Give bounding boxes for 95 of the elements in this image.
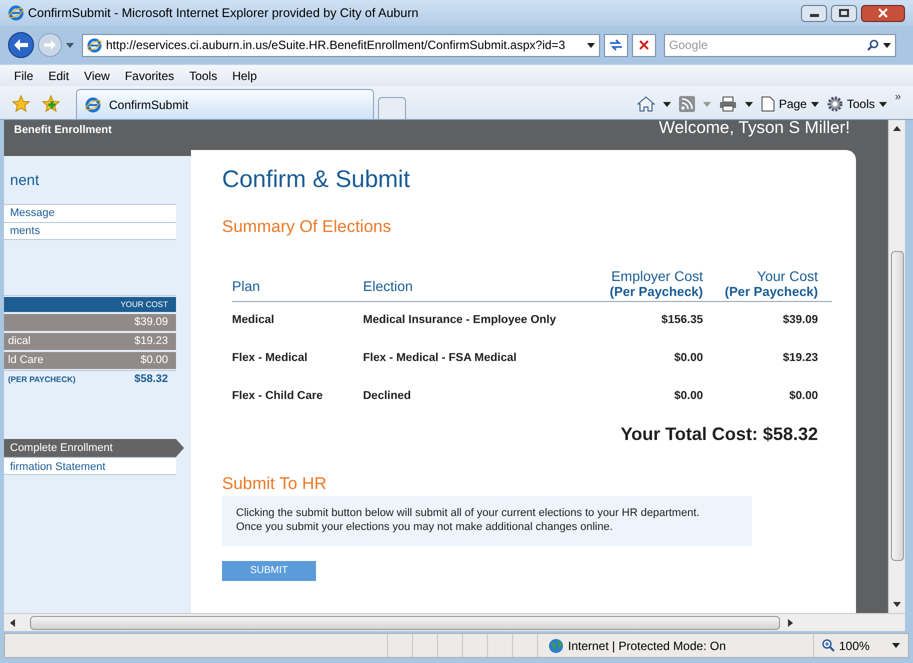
page-icon [760,96,775,112]
scroll-thumb[interactable] [30,616,780,630]
menu-item[interactable]: Tools [189,66,218,84]
close-button[interactable] [861,4,905,22]
cost-value: $39.09 [134,315,169,330]
table-cell-text: $0.00 [673,350,703,366]
table-cell-text: Flex - Medical [232,350,308,366]
sidebar-link[interactable]: Message [4,204,176,222]
stop-icon [639,40,649,50]
back-button[interactable] [8,32,34,58]
horizontal-scrollbar[interactable] [4,613,905,631]
step-item[interactable]: Complete Enrollment [4,439,184,457]
menu-item[interactable]: Favorites [124,66,174,84]
scroll-left-icon[interactable] [10,618,15,626]
feed-icon[interactable] [678,96,695,112]
refresh-button[interactable] [604,34,628,56]
plan-name: ld Care [8,353,44,368]
cost-value: $19.23 [134,334,169,350]
table-cell-text: $19.23 [782,350,818,366]
maximize-button[interactable] [831,4,857,22]
menu-item[interactable]: View [84,66,110,84]
minimize-button[interactable] [801,4,827,22]
dropdown-icon[interactable] [587,42,595,48]
browser-icon [8,5,24,21]
scroll-up-icon[interactable] [893,126,901,131]
search-input[interactable]: Google [669,36,863,54]
browser-tab[interactable]: ConfirmSubmit [76,89,374,119]
more-chevron[interactable]: » [894,89,901,106]
menu-item[interactable]: File [14,66,34,84]
step-item[interactable]: firmation Statement [4,457,176,475]
table-cell-text: Flex - Medical - FSA Medical [363,350,518,366]
dropdown-icon[interactable] [810,102,819,106]
column-subheader: (Per Paycheck) [724,284,818,300]
column-header: Plan [232,278,262,294]
search-icon[interactable] [867,39,879,51]
table-cell-text: Flex - Child Care [232,388,324,404]
sidebar-link[interactable]: ments [4,222,176,240]
total-label: (PER PAYCHECK) [8,374,76,386]
column-header: Your Cost [757,268,818,284]
notice-text: Clicking the submit button below will submit all of your current elections to your HR department. [236,506,700,520]
sidebar-heading: nent [10,171,40,191]
section-heading: Summary Of Elections [222,216,392,238]
gear-icon [826,96,843,112]
zoom-level[interactable]: 100% [839,636,870,654]
star-icon[interactable] [12,95,30,113]
add-favorite-icon[interactable] [42,95,60,113]
column-header: Employer Cost [611,268,703,284]
table-cell-text: $39.09 [782,312,818,328]
dropdown-icon[interactable] [892,643,900,648]
total-cost: Your Total Cost: $58.32 [620,422,818,446]
app-title: Benefit Enrollment [14,123,112,138]
table-cell-text: Medical Insurance - Employee Only [363,312,558,328]
table-cell-text: $156.35 [660,312,703,328]
scroll-thumb[interactable] [890,251,904,561]
welcome-text: Welcome, Tyson S Miller! [658,118,850,138]
window-title: ConfirmSubmit - Microsoft Internet Explorer provided by City of Auburn [28,4,420,22]
forward-arrow-icon [44,40,56,50]
column-subheader: (Per Paycheck) [610,284,703,300]
table-cell-text: Medical [232,312,276,328]
plan-name: dical [8,334,31,350]
url-text: http://eservices.ci.auburn.in.us/eSuite.HR.BenefitEnrollment/ConfirmSubmit.aspx?id=3 [106,37,566,54]
close-icon [878,8,888,18]
globe-icon [548,638,564,654]
tools-menu-button[interactable]: Tools [826,95,887,113]
dropdown-icon[interactable] [744,102,753,106]
browser-icon [85,96,101,112]
table-cell-text: $0.00 [788,388,818,404]
refresh-icon [609,39,623,51]
cost-value: $0.00 [140,353,169,368]
back-arrow-icon [14,39,28,51]
total-value: $58.32 [134,372,169,388]
search-field[interactable]: Google [664,34,896,56]
scroll-right-icon[interactable] [788,618,793,626]
table-cell-text: Declined [363,388,412,404]
address-field[interactable]: http://eservices.ci.auburn.in.us/eSuite.HR.BenefitEnrollment/ConfirmSubmit.aspx?id=3 [82,34,600,56]
menu-item[interactable]: Edit [48,66,70,84]
scroll-down-icon[interactable] [893,602,901,607]
zoom-icon[interactable] [822,639,835,652]
dropdown-icon[interactable] [878,102,887,106]
stop-button[interactable] [632,34,656,56]
column-header: Election [363,278,414,294]
page-title: Confirm & Submit [222,165,412,195]
section-heading: Submit To HR [222,472,328,494]
menu-item[interactable]: Help [232,66,257,84]
dropdown-icon[interactable] [883,42,891,48]
dropdown-icon[interactable] [662,102,671,106]
printer-icon[interactable] [718,96,737,112]
browser-icon [87,38,102,52]
table-cell-text: $0.00 [673,388,703,404]
column-header: YOUR COST [120,298,168,310]
vertical-scrollbar[interactable] [888,120,905,613]
zone-text: Internet | Protected Mode: On [568,638,726,654]
notice-text: Once you submit your elections you may not make additional changes online. [236,520,614,534]
page-menu-button[interactable]: Page [760,95,819,113]
home-icon[interactable] [636,96,655,112]
